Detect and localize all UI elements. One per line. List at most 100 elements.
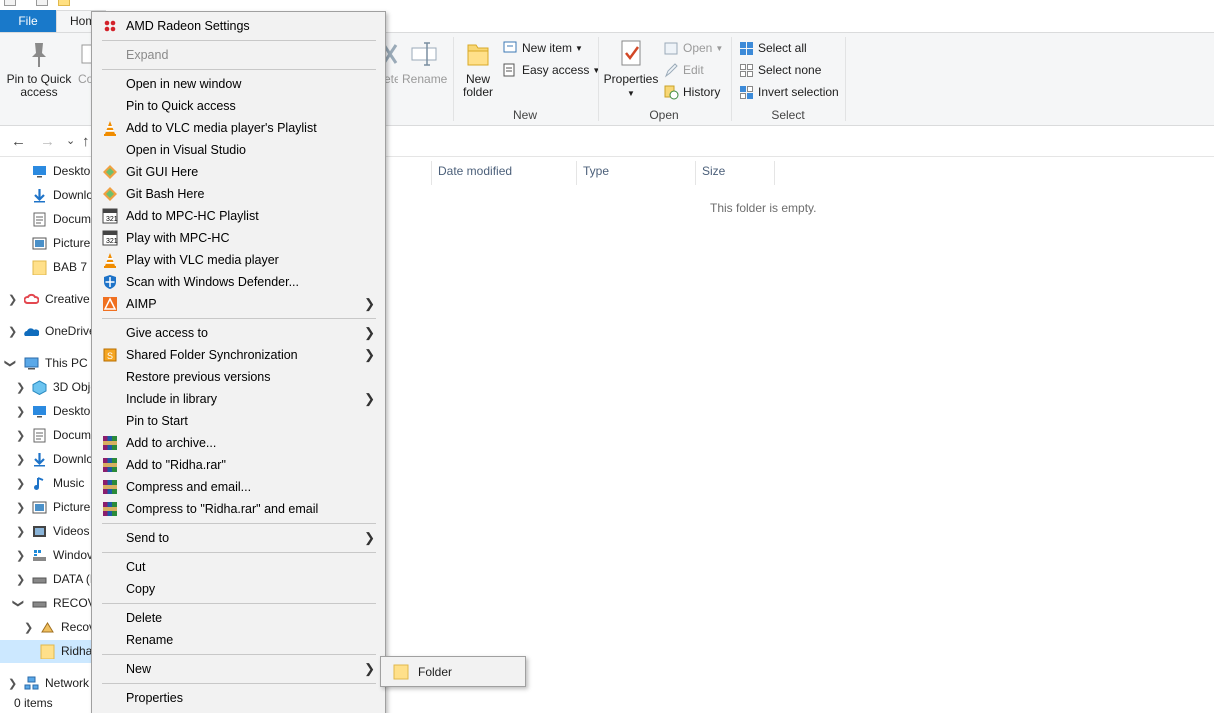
column-header-type[interactable]: Type (583, 164, 609, 184)
menu-item-scan-defender[interactable]: Scan with Windows Defender... (92, 271, 385, 293)
tree-item-downloads-pc[interactable]: Downlo (32, 448, 93, 470)
menu-item-add-rar[interactable]: Add to "Ridha.rar" (92, 454, 385, 476)
delete-button[interactable]: ete (384, 39, 398, 86)
vlc-icon (104, 253, 116, 268)
tree-item-data-drive[interactable]: DATA (D (32, 568, 99, 590)
tree-item-windows-drive[interactable]: Windov (32, 544, 93, 566)
tab-file[interactable]: File (0, 10, 56, 32)
menu-item-include-library[interactable]: Include in library ❯ (92, 388, 385, 410)
menu-item-send-to[interactable]: Send to ❯ (92, 527, 385, 549)
invert-selection-button[interactable]: Invert selection (739, 82, 839, 102)
menu-item-copy[interactable]: Copy (92, 578, 385, 600)
copy-button[interactable]: Co (78, 39, 92, 86)
expand-chevron-icon[interactable]: ❯ (16, 525, 25, 538)
expand-chevron-icon[interactable]: ❯ (16, 381, 25, 394)
tree-item-label: Picture (53, 236, 91, 250)
tree-item-onedrive[interactable]: OneDrive (24, 320, 96, 342)
menu-item-give-access[interactable]: Give access to ❯ (92, 322, 385, 344)
new-item-button[interactable]: New item ▼ (503, 38, 583, 58)
expand-chevron-icon[interactable]: ❯ (8, 293, 17, 306)
tree-item-documents-pc[interactable]: Docum (32, 424, 91, 446)
tree-item-bab7[interactable]: BAB 7 (32, 256, 87, 278)
menu-item-pin-quick-access[interactable]: Pin to Quick access (92, 95, 385, 117)
menu-item-mpc-playlist[interactable]: 321 Add to MPC-HC Playlist (92, 205, 385, 227)
properties-button[interactable]: Properties ▼ (603, 39, 659, 100)
select-none-button[interactable]: Select none (739, 60, 821, 80)
rename-button[interactable]: Rename (402, 39, 447, 86)
expand-chevron-icon[interactable]: ❯ (16, 477, 25, 490)
select-all-button[interactable]: Select all (739, 38, 807, 58)
expand-chevron-icon[interactable]: ❯ (8, 325, 17, 338)
up-arrow-icon[interactable]: ↑ (82, 133, 90, 150)
tree-item-music[interactable]: Music (32, 472, 84, 494)
tree-item-desktop[interactable]: Deskto (32, 160, 90, 182)
menu-item-properties[interactable]: Properties (92, 687, 385, 709)
menu-item-add-archive[interactable]: Add to archive... (92, 432, 385, 454)
tree-item-recovery-drive[interactable]: RECOV (32, 592, 96, 614)
menu-item-aimp[interactable]: AIMP ❯ (92, 293, 385, 315)
tree-item-downloads[interactable]: Downlo (32, 184, 93, 206)
menu-label: Copy (126, 582, 156, 596)
tree-item-3d-objects[interactable]: 3D Obje (32, 376, 97, 398)
tree-item-creative-cloud[interactable]: Creative (24, 288, 90, 310)
recent-locations-icon[interactable]: ⌄ (66, 134, 75, 147)
pin-to-quick-access-button[interactable]: Pin to Quick access (6, 39, 72, 99)
menu-label: Restore previous versions (126, 370, 271, 384)
group-separator (598, 37, 599, 121)
expand-chevron-icon[interactable]: ❯ (16, 549, 25, 562)
menu-item-new[interactable]: New ❯ (92, 658, 385, 680)
new-folder-button[interactable]: New folder (458, 39, 498, 99)
expand-chevron-icon[interactable]: ❯ (24, 621, 33, 634)
tree-item-pictures-pc[interactable]: Picture (32, 496, 90, 518)
tree-item-ridha[interactable]: Ridha (40, 640, 92, 662)
expand-chevron-icon[interactable]: ❯ (16, 573, 25, 586)
back-arrow-icon[interactable]: ← (11, 133, 26, 150)
tree-item-desktop-pc[interactable]: Deskto (32, 400, 90, 422)
menu-item-open-visual-studio[interactable]: Open in Visual Studio (92, 139, 385, 161)
pin-label-2: access (20, 85, 58, 99)
tree-item-pictures[interactable]: Picture (32, 232, 90, 254)
quick-access-toolbar-icon[interactable] (36, 0, 48, 6)
history-button[interactable]: History (664, 82, 720, 102)
menu-item-play-mpc[interactable]: 321 Play with MPC-HC (92, 227, 385, 249)
tree-item-documents[interactable]: Docum (32, 208, 91, 230)
menu-item-compress-email[interactable]: Compress and email... (92, 476, 385, 498)
edit-button[interactable]: Edit (664, 60, 704, 80)
menu-item-pin-start[interactable]: Pin to Start (92, 410, 385, 432)
menu-item-open-new-window[interactable]: Open in new window (92, 73, 385, 95)
menu-item-restore-previous[interactable]: Restore previous versions (92, 366, 385, 388)
open-button[interactable]: Open ▼ (664, 38, 723, 58)
menu-item-vlc-playlist[interactable]: Add to VLC media player's Playlist (92, 117, 385, 139)
expand-chevron-icon[interactable]: ❯ (16, 453, 25, 466)
menu-item-git-bash[interactable]: Git Bash Here (92, 183, 385, 205)
tree-item-this-pc[interactable]: This PC (24, 352, 88, 374)
menu-item-compress-rar-email[interactable]: Compress to "Ridha.rar" and email (92, 498, 385, 520)
tree-item-recovery[interactable]: Recov (40, 616, 95, 638)
tree-item-network[interactable]: Network (24, 672, 89, 694)
forward-arrow-icon[interactable]: → (40, 133, 55, 150)
menu-item-delete[interactable]: Delete (92, 607, 385, 629)
tree-item-videos[interactable]: Videos (32, 520, 89, 542)
expand-chevron-icon[interactable]: ❯ (16, 501, 25, 514)
easy-access-button[interactable]: Easy access ▼ (503, 60, 600, 80)
column-header-size[interactable]: Size (702, 164, 725, 184)
select-none-icon (740, 63, 753, 77)
collapse-chevron-icon[interactable]: ❯ (12, 599, 25, 608)
rename-icon (411, 42, 437, 66)
menu-item-play-vlc[interactable]: Play with VLC media player (92, 249, 385, 271)
column-header-date-modified[interactable]: Date modified (438, 164, 512, 184)
submenu-item-folder[interactable]: Folder (384, 660, 522, 683)
expand-chevron-icon[interactable]: ❯ (8, 677, 17, 690)
expand-chevron-icon[interactable]: ❯ (16, 405, 25, 418)
menu-item-cut[interactable]: Cut (92, 556, 385, 578)
tree-item-label: Network (45, 676, 90, 690)
menu-item-shared-folder-sync[interactable]: S Shared Folder Synchronization ❯ (92, 344, 385, 366)
expand-chevron-icon[interactable]: ❯ (16, 429, 25, 442)
menu-item-expand[interactable]: Expand (92, 44, 385, 66)
tree-item-label: Downlo (53, 188, 94, 202)
collapse-chevron-icon[interactable]: ❯ (4, 359, 17, 368)
menu-item-git-gui[interactable]: Git GUI Here (92, 161, 385, 183)
menu-item-amd-radeon-settings[interactable]: AMD Radeon Settings (92, 15, 385, 37)
menu-item-rename[interactable]: Rename (92, 629, 385, 651)
this-pc-icon (24, 357, 39, 369)
